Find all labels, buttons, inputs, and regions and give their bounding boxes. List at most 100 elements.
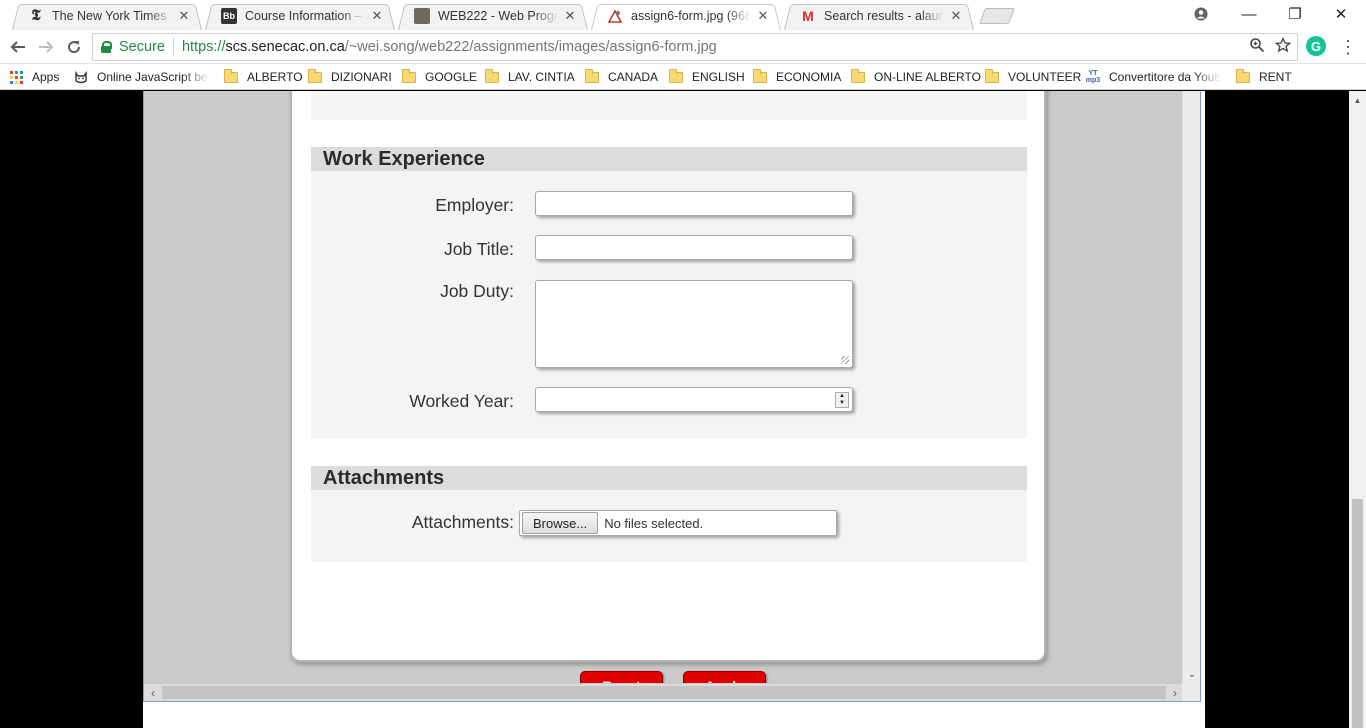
profile-icon[interactable] [1178,0,1224,28]
bookmark-online-javascript[interactable]: Online JavaScript bea [74,68,210,86]
bookmark-on-line-alberto[interactable]: ON-LINE ALBERTO [851,68,981,86]
folder-icon [753,68,767,83]
tab-title: Search results - alaurenz [824,9,944,23]
forward-button[interactable] [34,35,58,59]
close-tab-icon[interactable]: ✕ [176,8,192,24]
folder-icon [985,68,999,83]
bookmark-convertitore-youtube[interactable]: YT mp3 Convertitore da Youtu [1086,68,1221,86]
previous-fieldset [311,91,1027,120]
url-path: /~wei.song/web222/assignments/images/ass… [344,39,717,55]
image-viewer-area: Work Experience Employer: Job Title: Job… [143,91,1205,728]
bookmark-google[interactable]: GOOGLE [402,68,477,86]
employer-label: Employer: [435,195,514,215]
address-bar[interactable]: Secure https:// scs.senecac.on.ca /~wei.… [92,33,1298,61]
bookmark-label: CANADA [608,70,659,84]
cat-icon [74,70,88,84]
bookmark-rent[interactable]: RENT [1236,68,1292,86]
bookmark-alberto[interactable]: ALBERTO [224,68,303,86]
image-vertical-scrollbar[interactable]: ⌄ [1182,91,1200,684]
page-scroll-thumb[interactable] [1352,499,1363,728]
tab-title: assign6-form.jpg (966×1 [631,9,751,23]
close-tab-icon[interactable]: ✕ [369,8,385,24]
spinner-arrows-icon[interactable]: ▲ ▼ [835,392,849,408]
nyt-icon: 𝕿 [31,8,41,24]
bookmarks-bar: Apps Online JavaScript bea ALBERTO DIZIO… [0,64,1366,90]
bookmark-star-icon[interactable] [1274,36,1292,58]
profile-photo-icon [414,8,430,24]
page-vertical-scrollbar[interactable]: ▲ [1349,91,1366,728]
url-host: scs.senecac.on.ca [225,39,345,55]
work-experience-legend: Work Experience [311,147,1027,171]
attachments-file-input[interactable]: Browse... No files selected. [519,510,837,536]
secure-label: Secure [119,39,165,55]
bookmark-label: DIZIONARI [331,70,392,84]
bookmark-label: LAV. CINTIA [508,70,575,84]
bookmark-economia[interactable]: ECONOMIA [753,68,841,86]
close-tab-icon[interactable]: ✕ [948,8,964,24]
tab-title: WEB222 - Web Programm [438,9,558,23]
tab-assign6-form[interactable]: assign6-form.jpg (966×1 ✕ [591,2,781,30]
form-card: Work Experience Employer: Job Title: Job… [290,91,1046,701]
close-tab-icon[interactable]: ✕ [755,8,771,24]
browse-button[interactable]: Browse... [522,512,599,534]
bookmark-apps[interactable]: Apps [10,68,59,86]
worked-year-input[interactable]: ▲ ▼ [535,387,853,412]
gmail-icon: M [802,8,814,24]
restore-button[interactable]: ❐ [1272,0,1318,28]
grammarly-extension-icon[interactable]: G [1306,36,1326,56]
scroll-left-icon[interactable]: ‹ [144,684,162,701]
reload-icon [68,41,81,54]
minimize-button[interactable]: — [1226,0,1272,28]
close-window-button[interactable]: ✕ [1318,0,1364,28]
folder-icon [485,68,499,83]
job-title-input[interactable] [535,235,853,260]
back-button[interactable] [6,35,30,59]
bookmark-label: Online JavaScript bea [97,70,210,84]
attachments-legend: Attachments [311,466,1027,490]
folder-icon [585,68,599,83]
bookmark-volunteer[interactable]: VOLUNTEER [985,68,1081,86]
lock-icon [101,41,112,53]
file-status-text: No files selected. [604,515,704,531]
bookmark-lav-cintia[interactable]: LAV. CINTIA [485,68,575,86]
bookmark-label: Convertitore da Youtu [1109,70,1221,84]
tab-course-information[interactable]: Bb Course Information – WE ✕ [205,2,395,30]
scroll-up-icon[interactable]: ▲ [1349,93,1366,107]
close-tab-icon[interactable]: ✕ [562,8,578,24]
bookmark-label: ECONOMIA [776,70,842,84]
image-file-icon [607,8,623,24]
job-duty-textarea[interactable] [535,280,853,368]
job-title-label: Job Title: [443,239,514,259]
resize-grip-icon[interactable] [841,356,849,364]
bookmark-english[interactable]: ENGLISH [669,68,745,86]
folder-icon [1236,68,1250,83]
blackboard-icon: Bb [221,8,237,24]
folder-icon [402,68,416,83]
chrome-menu-icon[interactable]: ⋮ [1339,36,1357,58]
forward-arrow-icon [39,41,54,53]
image-horizontal-scrollbar[interactable]: ‹ › [144,683,1184,701]
folder-icon [224,68,238,83]
work-experience-fieldset: Work Experience Employer: Job Title: Job… [311,147,1027,438]
new-tab-button[interactable] [979,8,1015,24]
tab-nyt[interactable]: 𝕿 The New York Times - Br ✕ [12,2,202,30]
tab-web222[interactable]: WEB222 - Web Programm ✕ [398,2,588,30]
zoom-icon[interactable] [1249,37,1265,58]
bookmark-label: ALBERTO [247,70,303,84]
horizontal-scroll-thumb[interactable] [162,686,1166,699]
employer-input[interactable] [535,191,853,216]
job-duty-label: Job Duty: [440,281,514,301]
tab-gmail-search[interactable]: M Search results - alaurenz ✕ [784,2,974,30]
browser-toolbar: Secure https:// scs.senecac.on.ca /~wei.… [0,30,1366,64]
folder-icon [669,68,683,83]
tab-strip: 𝕿 The New York Times - Br ✕ Bb Course In… [0,0,1366,30]
bookmark-dizionari[interactable]: DIZIONARI [308,68,392,86]
scroll-down-icon[interactable]: ⌄ [1183,666,1200,682]
bookmark-canada[interactable]: CANADA [585,68,658,86]
back-arrow-icon [10,41,25,53]
apps-grid-icon [10,70,23,84]
bookmark-label: GOOGLE [425,70,478,84]
folder-icon [851,68,865,83]
reload-button[interactable] [62,35,86,59]
bookmark-label: ON-LINE ALBERTO [874,70,981,84]
